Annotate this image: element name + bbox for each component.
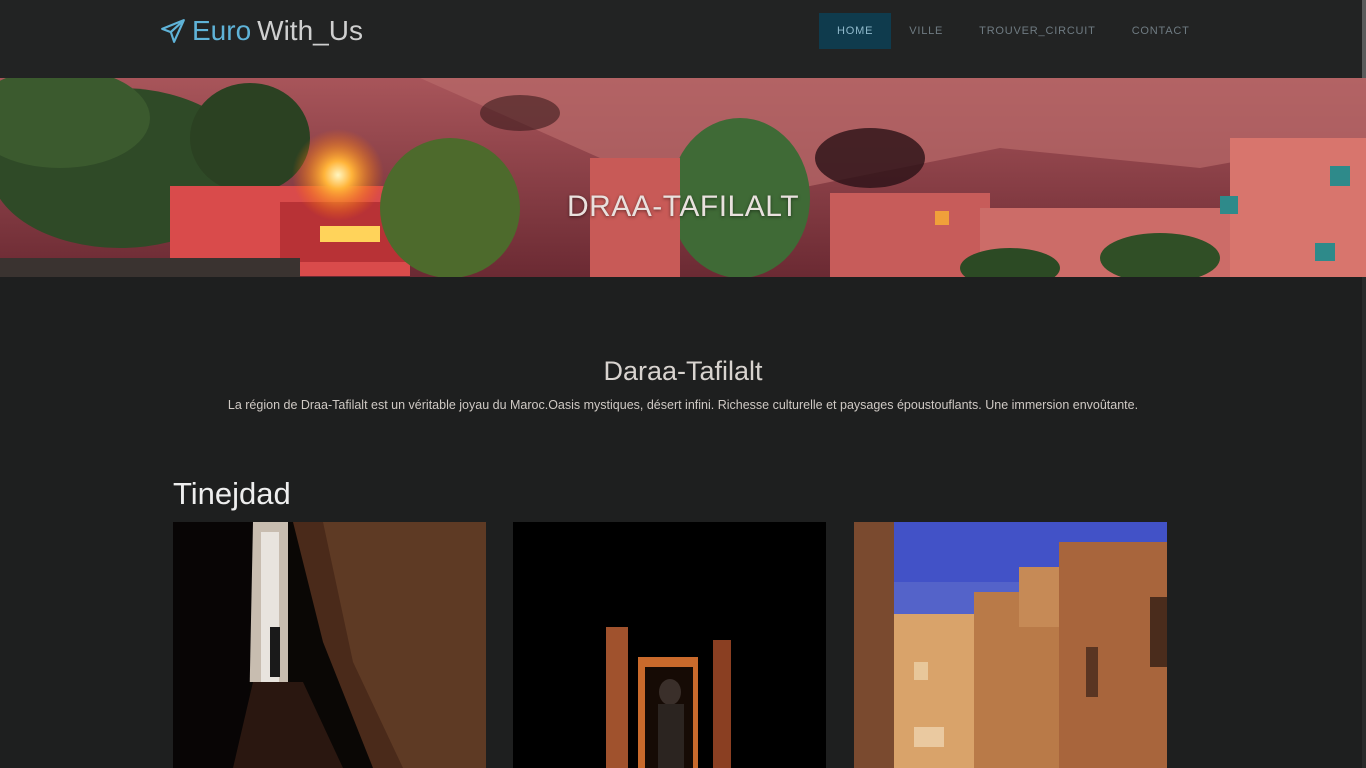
main-nav: HOME VILLE TROUVER_CIRCUIT CONTACT (819, 13, 1208, 49)
hero-image (0, 78, 1366, 277)
nav-item-trouver-circuit[interactable]: TROUVER_CIRCUIT (961, 13, 1114, 49)
hero-title: DRAA-TAFILALT (566, 190, 800, 223)
nav-item-contact[interactable]: CONTACT (1114, 13, 1208, 49)
brand-name-part2: With_Us (257, 15, 363, 46)
region-description: La région de Draa-Tafilalt est un vérita… (227, 398, 1139, 412)
city-photo-alley[interactable] (173, 522, 486, 768)
city-title: Tinejdad (173, 476, 291, 511)
brand-name-part1: Euro (192, 15, 252, 46)
paper-plane-icon (160, 18, 186, 44)
city-photo-kasbah[interactable] (854, 522, 1167, 768)
nav-item-ville[interactable]: VILLE (891, 13, 961, 49)
city-photo-doorway[interactable] (513, 522, 826, 768)
brand-logo[interactable]: Euro With_Us (160, 14, 363, 48)
nav-item-home[interactable]: HOME (819, 13, 892, 49)
navbar: Euro With_Us HOME VILLE TROUVER_CIRCUIT … (0, 0, 1362, 78)
region-title: Daraa-Tafilalt (603, 356, 763, 386)
hero-banner: DRAA-TAFILALT (0, 78, 1366, 277)
scrollbar-thumb[interactable] (1362, 0, 1366, 78)
